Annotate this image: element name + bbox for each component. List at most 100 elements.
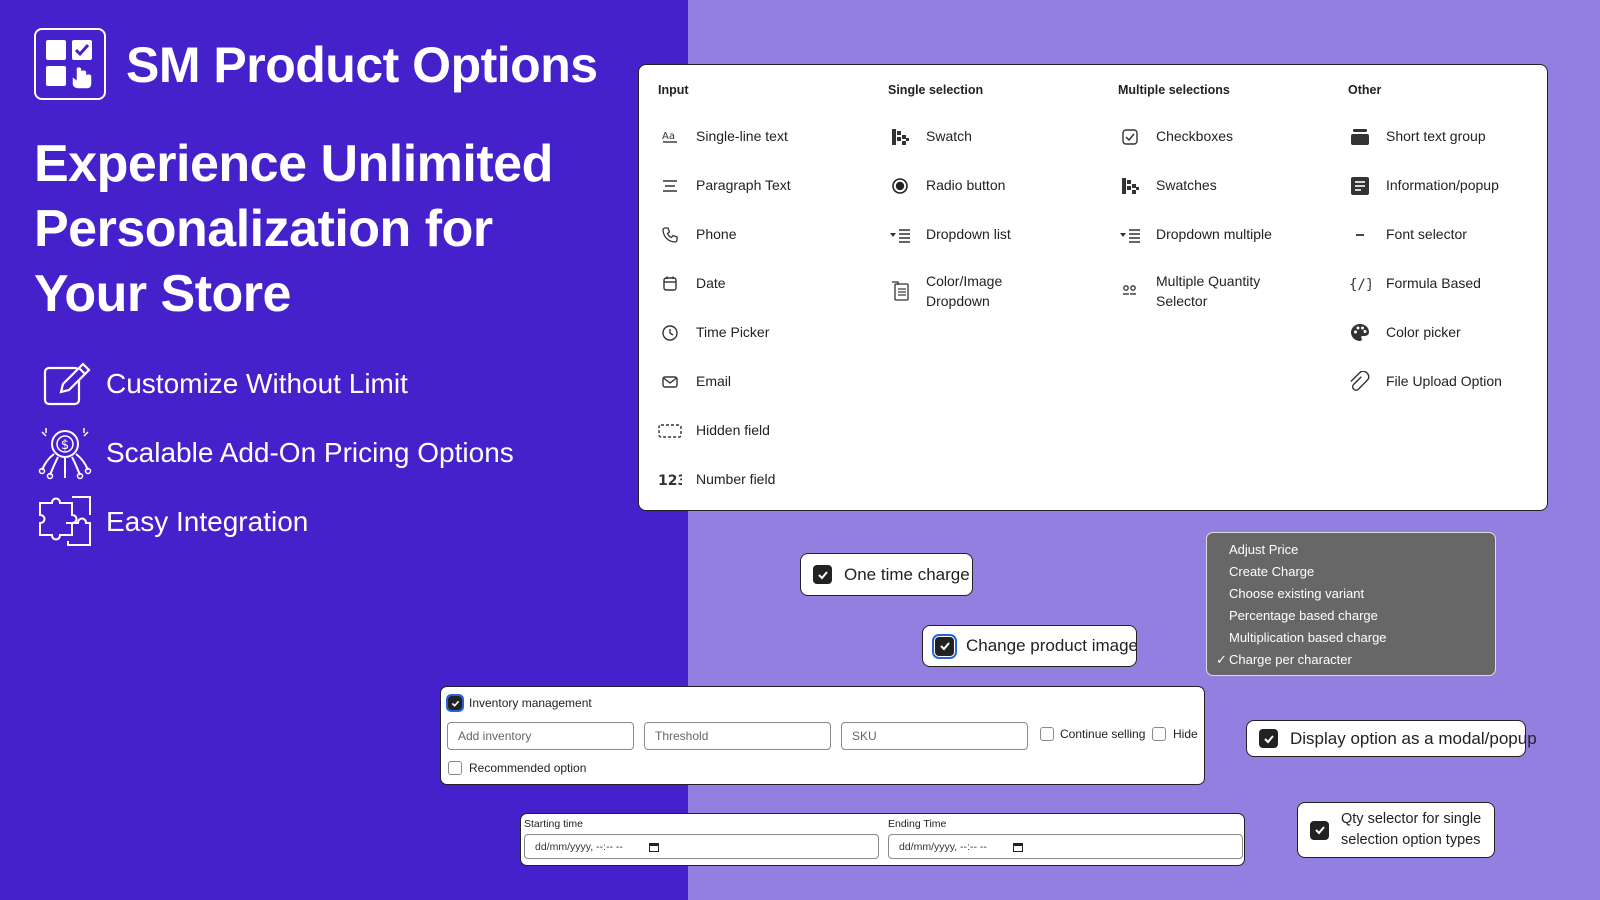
feature-label: Scalable Add-On Pricing Options <box>106 437 514 468</box>
swatch-icon <box>1118 175 1142 197</box>
feature-label: Easy Integration <box>106 506 309 537</box>
option-formula-based[interactable]: {/} Formula Based <box>1348 273 1558 295</box>
menu-item-charge-per-character[interactable]: ✓ Charge per character <box>1207 649 1495 671</box>
color-image-dropdown-icon <box>888 280 912 302</box>
formula-icon: {/} <box>1348 273 1372 295</box>
option-color-picker[interactable]: Color picker <box>1348 322 1558 344</box>
display-as-modal-checkbox[interactable]: Display option as a modal/popup <box>1246 720 1537 757</box>
svg-text:123: 123 <box>658 473 682 489</box>
option-single-line-text[interactable]: Aa Single-line text <box>658 126 868 148</box>
threshold-input[interactable] <box>644 722 831 750</box>
option-email[interactable]: Email <box>658 371 868 393</box>
option-dropdown-list[interactable]: Dropdown list <box>888 224 1098 246</box>
text-aa-icon: Aa <box>658 126 682 148</box>
ending-time-label: Ending Time <box>888 818 947 830</box>
change-product-image-checkbox[interactable]: Change product image <box>922 625 1138 667</box>
checkbox-checked-icon <box>932 633 957 659</box>
feature-pricing: $ Scalable Add-On Pricing Options <box>34 423 514 483</box>
check-mark-icon: ✓ <box>1216 652 1227 667</box>
continue-selling-checkbox[interactable] <box>1040 727 1054 741</box>
option-multiple-quantity-selector[interactable]: Multiple Quantity Selector <box>1118 271 1328 311</box>
swatch-icon <box>888 126 912 148</box>
option-hidden-field[interactable]: Hidden field <box>658 420 868 442</box>
option-short-text-group[interactable]: Short text group <box>1348 126 1558 148</box>
paperclip-icon <box>1348 371 1372 393</box>
checkbox-checked-icon <box>1259 729 1278 748</box>
pricing-octopus-icon: $ <box>34 423 96 483</box>
starting-time-label: Starting time <box>524 818 583 830</box>
puzzle-icon <box>34 492 96 552</box>
number-123-icon: 123 <box>658 469 682 491</box>
option-time-picker[interactable]: Time Picker <box>658 322 868 344</box>
palette-icon <box>1348 322 1372 344</box>
option-radio-button[interactable]: Radio button <box>888 175 1098 197</box>
ending-time-input[interactable]: dd/mm/yyyy, --:-- -- <box>888 834 1243 859</box>
qty-selector-label: Qty selector for single selection option… <box>1341 811 1482 848</box>
menu-item-choose-existing-variant[interactable]: Choose existing variant <box>1207 583 1495 605</box>
feature-label: Customize Without Limit <box>106 368 408 399</box>
clock-icon <box>658 322 682 344</box>
quantity-selector-icon <box>1118 280 1142 302</box>
starting-time-input[interactable]: dd/mm/yyyy, --:-- -- <box>524 834 879 859</box>
hide-checkbox[interactable] <box>1152 727 1166 741</box>
headline-line-1: Experience Unlimited <box>34 135 553 193</box>
dropdown-list-icon <box>1118 224 1142 246</box>
option-dropdown-multiple[interactable]: Dropdown multiple <box>1118 224 1328 246</box>
hidden-field-icon <box>658 420 682 442</box>
feature-integration: Easy Integration <box>34 492 308 552</box>
text-group-icon <box>1348 126 1372 148</box>
phone-icon <box>658 224 682 246</box>
option-font-selector[interactable]: Font selector <box>1348 224 1558 246</box>
dropdown-list-icon <box>888 224 912 246</box>
brand-title: SM Product Options <box>126 37 598 93</box>
time-range-panel: Starting time dd/mm/yyyy, --:-- -- Endin… <box>520 813 1245 866</box>
feature-customize: Customize Without Limit <box>34 354 408 414</box>
option-number-field[interactable]: 123 Number field <box>658 469 868 491</box>
option-information-popup[interactable]: Information/popup <box>1348 175 1558 197</box>
calendar-icon[interactable] <box>1012 842 1023 852</box>
svg-text:$: $ <box>61 438 69 453</box>
headline-line-2: Personalization for <box>34 200 493 258</box>
calendar-icon <box>658 273 682 295</box>
option-color-image-dropdown[interactable]: Color/Image Dropdown <box>888 271 1098 311</box>
svg-text:Aa: Aa <box>662 131 675 142</box>
minus-icon <box>1348 224 1372 246</box>
option-paragraph-text[interactable]: Paragraph Text <box>658 175 868 197</box>
qty-selector-checkbox[interactable]: Qty selector for single selection option… <box>1297 802 1495 858</box>
app-logo-icon <box>46 40 93 90</box>
option-types-card: Input Aa Single-line text Paragraph Text… <box>638 64 1548 511</box>
option-date[interactable]: Date <box>658 273 868 295</box>
inventory-management-checkbox[interactable] <box>446 694 464 712</box>
menu-item-percentage-based-charge[interactable]: Percentage based charge <box>1207 605 1495 627</box>
one-time-charge-checkbox[interactable]: One time charge <box>800 553 973 596</box>
recommended-option-label: Recommended option <box>469 761 587 775</box>
menu-item-multiplication-based-charge[interactable]: Multiplication based charge <box>1207 627 1495 649</box>
option-swatches[interactable]: Swatches <box>1118 175 1328 197</box>
option-checkboxes[interactable]: Checkboxes <box>1118 126 1328 148</box>
recommended-option-checkbox[interactable] <box>448 761 462 775</box>
column-heading: Input <box>658 83 689 97</box>
option-file-upload[interactable]: File Upload Option <box>1348 371 1558 393</box>
price-type-menu: Adjust Price Create Charge Choose existi… <box>1206 532 1496 676</box>
inventory-management-label: Inventory management <box>469 696 592 710</box>
headline: Experience Unlimited Personalization for… <box>34 132 634 327</box>
sku-input[interactable] <box>841 722 1028 750</box>
app-logo <box>34 28 106 100</box>
continue-selling-label: Continue selling <box>1060 727 1146 741</box>
mail-icon <box>658 371 682 393</box>
svg-text:{/}: {/} <box>1349 277 1371 293</box>
option-phone[interactable]: Phone <box>658 224 868 246</box>
inventory-management-panel: Inventory management Continue selling Hi… <box>440 686 1205 785</box>
add-inventory-input[interactable] <box>447 722 634 750</box>
column-heading: Other <box>1348 83 1382 97</box>
calendar-icon[interactable] <box>648 842 659 852</box>
menu-item-adjust-price[interactable]: Adjust Price <box>1207 539 1495 561</box>
info-popup-icon <box>1348 175 1372 197</box>
hide-label: Hide <box>1173 727 1198 741</box>
paragraph-icon <box>658 175 682 197</box>
edit-icon <box>34 354 96 414</box>
option-swatch[interactable]: Swatch <box>888 126 1098 148</box>
headline-line-3: Your Store <box>34 265 291 323</box>
checkbox-checked-icon <box>813 565 832 584</box>
menu-item-create-charge[interactable]: Create Charge <box>1207 561 1495 583</box>
